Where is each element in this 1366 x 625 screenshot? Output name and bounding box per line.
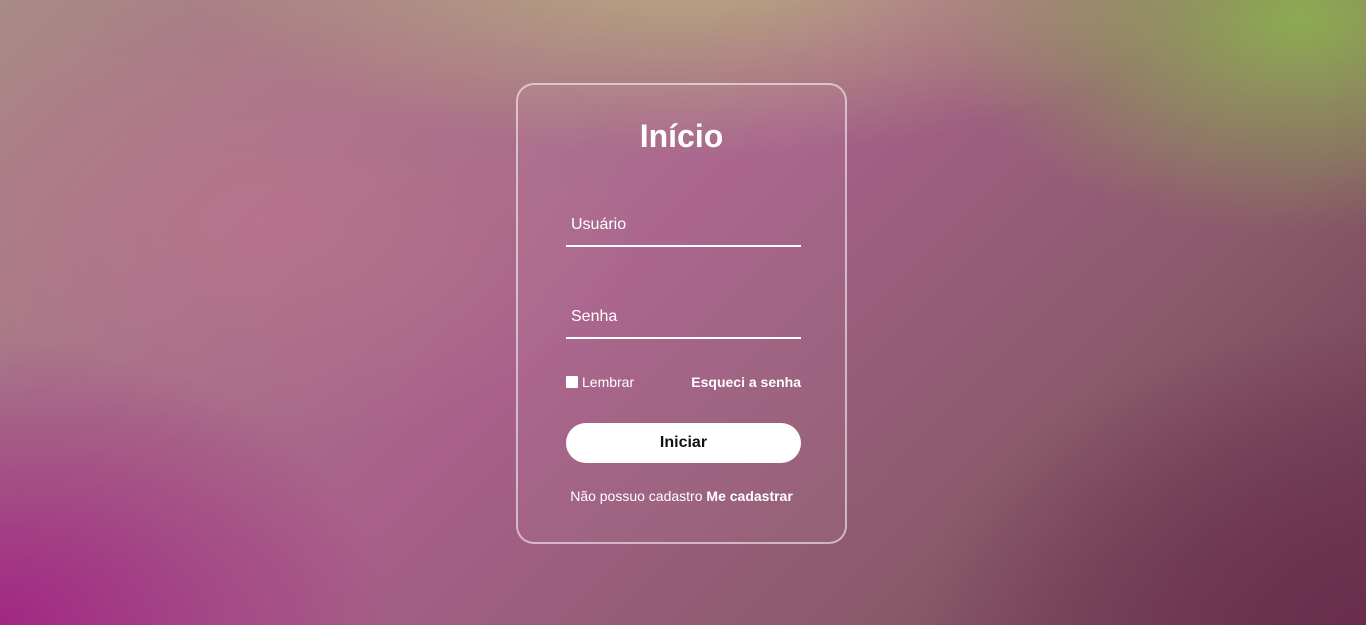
login-button[interactable]: Iniciar bbox=[566, 423, 801, 463]
register-prompt: Não possuo cadastro Me cadastrar bbox=[518, 488, 845, 504]
page-title: Início bbox=[639, 118, 724, 154]
remember-checkbox[interactable] bbox=[566, 376, 578, 388]
forgot-password-link[interactable]: Esqueci a senha bbox=[691, 374, 801, 390]
login-page: { "login": { "title": "Início", "usernam… bbox=[0, 0, 1366, 625]
username-input[interactable] bbox=[566, 205, 801, 245]
remember-me-toggle[interactable]: Lembrar bbox=[566, 374, 634, 390]
remember-label: Lembrar bbox=[582, 374, 635, 390]
register-prompt-text: Não possuo cadastro bbox=[570, 488, 703, 504]
login-card: Início Lembrar Esqueci a senha Iniciar N… bbox=[516, 83, 847, 544]
password-field-wrapper bbox=[566, 297, 801, 339]
login-options: Lembrar Esqueci a senha bbox=[566, 372, 801, 392]
password-input[interactable] bbox=[566, 297, 801, 337]
username-field-wrapper bbox=[566, 205, 801, 247]
register-link[interactable]: Me cadastrar bbox=[706, 488, 792, 504]
